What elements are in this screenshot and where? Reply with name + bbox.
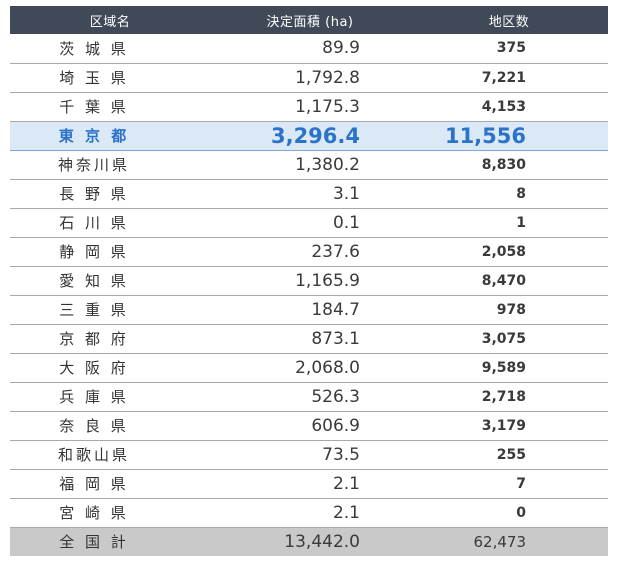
table-header: 区域名 決定面積 (ha) 地区数 bbox=[10, 6, 608, 34]
area-table: 区域名 決定面積 (ha) 地区数 茨 城 県 89.9 375 埼 玉 県 1… bbox=[10, 6, 608, 556]
prefecture-name: 静 岡 県 bbox=[59, 243, 129, 261]
prefecture-name: 長 野 県 bbox=[59, 185, 129, 203]
table-row: 大 阪 府 2,068.0 9,589 bbox=[10, 353, 608, 382]
prefecture-name: 三 重 県 bbox=[59, 301, 129, 319]
prefecture-name: 福 岡 県 bbox=[59, 475, 129, 493]
prefecture-name: 千 葉 県 bbox=[59, 98, 129, 116]
table-row: 和歌山県 73.5 255 bbox=[10, 440, 608, 469]
header-districts: 地区数 bbox=[488, 14, 530, 30]
district-count: 7,221 bbox=[481, 69, 526, 86]
area-value: 89.9 bbox=[322, 38, 360, 59]
table-row: 長 野 県 3.1 8 bbox=[10, 179, 608, 208]
area-value: 873.1 bbox=[311, 328, 360, 349]
prefecture-name: 茨 城 県 bbox=[59, 39, 129, 58]
table-row: 神奈川県 1,380.2 8,830 bbox=[10, 150, 608, 179]
table-row: 三 重 県 184.7 978 bbox=[10, 295, 608, 324]
total-area: 13,442.0 bbox=[284, 531, 360, 552]
area-value: 1,175.3 bbox=[295, 96, 360, 117]
table-row: 石 川 県 0.1 1 bbox=[10, 208, 608, 237]
district-count: 255 bbox=[496, 446, 526, 463]
area-value: 0.1 bbox=[332, 212, 360, 233]
district-count: 1 bbox=[516, 214, 526, 231]
area-value: 1,792.8 bbox=[295, 67, 360, 88]
table-row: 兵 庫 県 526.3 2,718 bbox=[10, 382, 608, 411]
table-row: 茨 城 県 89.9 375 bbox=[10, 34, 608, 63]
prefecture-name: 京 都 府 bbox=[59, 330, 129, 348]
header-area: 決定面積 (ha) bbox=[266, 14, 354, 30]
table-row: 埼 玉 県 1,792.8 7,221 bbox=[10, 63, 608, 92]
table-row: 京 都 府 873.1 3,075 bbox=[10, 324, 608, 353]
prefecture-name: 埼 玉 県 bbox=[59, 69, 129, 87]
prefecture-name: 宮 崎 県 bbox=[59, 504, 129, 522]
district-count: 2,718 bbox=[481, 388, 526, 405]
district-count: 978 bbox=[496, 301, 526, 318]
district-count: 2,058 bbox=[481, 243, 526, 260]
table-footer: 全 国 計 13,442.0 62,473 bbox=[10, 527, 608, 556]
district-count: 8 bbox=[516, 185, 526, 202]
table-row: 愛 知 県 1,165.9 8,470 bbox=[10, 266, 608, 295]
district-count: 9,589 bbox=[481, 359, 526, 376]
prefecture-name: 兵 庫 県 bbox=[59, 388, 129, 406]
prefecture-name: 神奈川県 bbox=[57, 156, 130, 174]
table-body: 茨 城 県 89.9 375 埼 玉 県 1,792.8 7,221 千 葉 県… bbox=[10, 34, 608, 527]
header-row: 区域名 決定面積 (ha) 地区数 bbox=[10, 6, 608, 34]
district-count: 0 bbox=[516, 504, 526, 521]
area-value: 1,165.9 bbox=[295, 270, 360, 291]
prefecture-name: 奈 良 県 bbox=[59, 417, 129, 435]
area-value: 184.7 bbox=[311, 299, 360, 320]
district-count: 3,075 bbox=[481, 330, 526, 347]
district-count: 375 bbox=[496, 40, 526, 57]
area-value: 2,068.0 bbox=[295, 357, 360, 378]
table-row-highlighted: 東 京 都 3,296.4 11,556 bbox=[10, 121, 608, 150]
table-row: 静 岡 県 237.6 2,058 bbox=[10, 237, 608, 266]
prefecture-name: 石 川 県 bbox=[59, 214, 129, 232]
district-count: 11,556 bbox=[444, 123, 526, 148]
table-row: 福 岡 県 2.1 7 bbox=[10, 469, 608, 498]
area-value: 526.3 bbox=[311, 386, 360, 407]
header-region: 区域名 bbox=[89, 14, 131, 30]
total-label: 全 国 計 bbox=[59, 533, 129, 552]
area-value: 606.9 bbox=[311, 415, 360, 436]
area-value: 73.5 bbox=[322, 444, 360, 465]
area-value: 3,296.4 bbox=[270, 123, 360, 148]
district-count: 7 bbox=[516, 475, 526, 492]
area-value: 237.6 bbox=[311, 241, 360, 262]
area-value: 2.1 bbox=[332, 473, 360, 494]
table-row: 宮 崎 県 2.1 0 bbox=[10, 498, 608, 527]
table-row: 千 葉 県 1,175.3 4,153 bbox=[10, 92, 608, 121]
table-row: 奈 良 県 606.9 3,179 bbox=[10, 411, 608, 440]
district-count: 4,153 bbox=[481, 98, 526, 115]
prefecture-name: 愛 知 県 bbox=[59, 272, 129, 290]
area-value: 3.1 bbox=[332, 183, 360, 204]
area-value: 1,380.2 bbox=[295, 154, 360, 175]
prefecture-name: 和歌山県 bbox=[57, 446, 130, 464]
district-count: 8,470 bbox=[481, 272, 526, 289]
total-districts: 62,473 bbox=[473, 532, 527, 551]
prefecture-name: 大 阪 府 bbox=[59, 359, 129, 377]
total-row: 全 国 計 13,442.0 62,473 bbox=[10, 527, 608, 556]
prefecture-name: 東 京 都 bbox=[58, 127, 130, 145]
district-count: 3,179 bbox=[481, 417, 526, 434]
district-count: 8,830 bbox=[481, 156, 526, 173]
area-value: 2.1 bbox=[332, 502, 360, 523]
